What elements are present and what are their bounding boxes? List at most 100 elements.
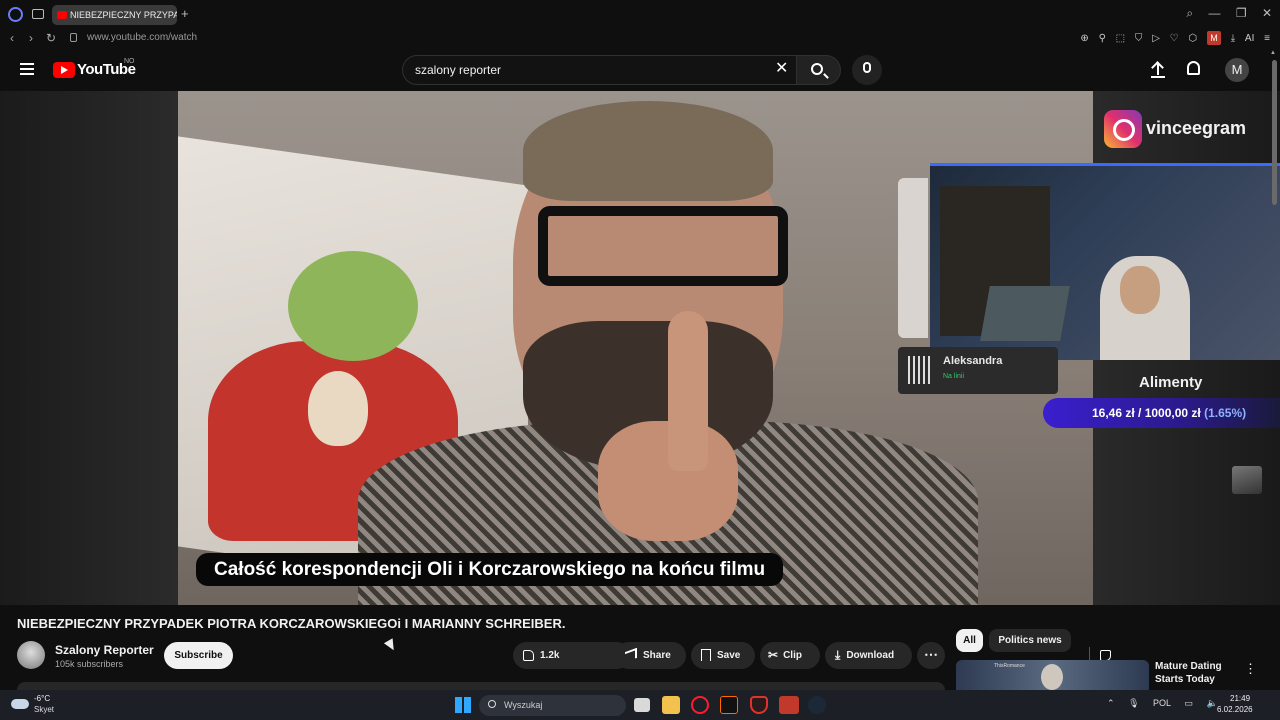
browser-tab-bar: NIEBEZPIECZNY PRZYPAD + ⌕ — ❐ ✕	[0, 0, 1280, 29]
clip-label: Clip	[783, 650, 802, 662]
person-hair	[523, 101, 773, 201]
download-arrow-icon: ⤓	[835, 648, 841, 662]
url-field[interactable]: www.youtube.com/watch	[87, 32, 197, 43]
donation-goal-amount: 16,46 zł / 1000,00 zł	[1092, 406, 1201, 420]
recommendation-thumbnail[interactable]: ThisRomance	[956, 660, 1149, 690]
donation-goal-text: 16,46 zł / 1000,00 zł (1.65%)	[1092, 406, 1246, 420]
ai-label[interactable]: AI	[1245, 33, 1254, 44]
windows-start-icon[interactable]	[455, 697, 471, 713]
webcam-streamer-face	[1120, 266, 1160, 314]
description-box[interactable]	[17, 682, 945, 690]
account-avatar[interactable]: M	[1225, 58, 1249, 82]
play-icon[interactable]: ▷	[1152, 33, 1160, 44]
shield-icon[interactable]: ⛉	[1135, 33, 1143, 44]
tray-mic-icon[interactable]: 🎙	[1128, 698, 1139, 708]
app-taskbar-icon[interactable]	[720, 696, 738, 714]
lock-icon[interactable]	[70, 33, 77, 42]
clock-date[interactable]: 6.02.2026	[1217, 705, 1253, 714]
task-view-icon[interactable]	[634, 698, 650, 712]
region-code: NO	[124, 58, 135, 65]
streamer-webcam	[930, 163, 1280, 360]
forward-button[interactable]: ›	[29, 31, 33, 45]
snapshot-icon[interactable]: ⬚	[1116, 33, 1125, 44]
page-scrollbar[interactable]	[1272, 60, 1277, 205]
minimize-button[interactable]: —	[1208, 6, 1220, 20]
taskbar-search-icon	[488, 700, 496, 708]
upload-icon-base	[1151, 76, 1165, 78]
video-title: NIEBEZPIECZNY PRZYPADEK PIOTRA KORCZAROW…	[17, 616, 566, 631]
back-button[interactable]: ‹	[10, 31, 14, 45]
recommendation-more-icon[interactable]: ⋮	[1244, 661, 1257, 677]
search-button[interactable]	[796, 55, 841, 85]
like-thumb-up-icon[interactable]	[523, 649, 534, 661]
reload-button[interactable]: ↻	[46, 31, 56, 45]
browser-tab-active[interactable]: NIEBEZPIECZNY PRZYPAD	[52, 5, 177, 25]
save-label: Save	[717, 650, 741, 661]
voice-search-button[interactable]	[852, 55, 882, 85]
hamburger-menu-icon[interactable]	[20, 63, 34, 75]
download-button[interactable]: ⤓ Download	[825, 642, 912, 669]
overlay-panel	[898, 178, 928, 338]
clip-button[interactable]: ✂ Clip	[760, 642, 820, 669]
save-button[interactable]: Save	[691, 642, 755, 669]
channel-avatar[interactable]	[17, 641, 45, 669]
channel-name[interactable]: Szalony Reporter	[55, 643, 154, 657]
maximize-button[interactable]: ❐	[1236, 6, 1247, 20]
like-count[interactable]: 1.2k	[540, 650, 559, 661]
system-tray: ⌃ 🎙 POL ▭ 🔈	[1107, 698, 1229, 709]
donation-goal-percent: (1.65%)	[1204, 406, 1247, 420]
download-icon[interactable]: ⤓	[1231, 33, 1235, 44]
tab-switcher-icon[interactable]	[32, 9, 44, 19]
extensions-icon[interactable]: ⬡	[1188, 33, 1197, 44]
weather-temperature[interactable]: -6°C	[34, 694, 50, 703]
menu-icon[interactable]: ≡	[1264, 33, 1270, 44]
opera-taskbar-icon[interactable]	[691, 696, 709, 714]
chip-all[interactable]: All	[956, 629, 983, 652]
youtube-header: YouTube NO ✕ M	[0, 49, 1280, 91]
clear-search-icon[interactable]: ✕	[775, 59, 788, 79]
voicemod-icon[interactable]	[779, 696, 799, 714]
extension-toolbar: ⊕ ⚲ ⬚ ⛉ ▷ ♡ ⬡ M ⤓ AI ≡	[1073, 31, 1270, 45]
youtube-favicon-icon	[57, 11, 67, 19]
video-subtitle: Całość korespondencji Oli i Korczarowski…	[196, 553, 784, 586]
more-actions-button[interactable]: ⋯	[917, 642, 945, 669]
tray-overflow-icon[interactable]: ⌃	[1107, 698, 1115, 708]
shield-app-icon[interactable]	[750, 696, 768, 714]
opera-browser-icon[interactable]	[8, 7, 23, 22]
weather-cloud-icon[interactable]	[11, 699, 29, 709]
recommendation-thumb-face	[1041, 664, 1063, 690]
pin-icon[interactable]: ⚲	[1099, 33, 1106, 44]
window-controls: ⌕ — ❐ ✕	[1174, 6, 1272, 21]
share-icon	[625, 648, 637, 663]
network-icon[interactable]: ▭	[1185, 698, 1194, 708]
subscribe-button[interactable]: Subscribe	[164, 642, 233, 669]
subscriber-count: 105k subscribers	[55, 659, 124, 669]
search-input[interactable]	[415, 63, 755, 77]
clock-time[interactable]: 21:49	[1230, 694, 1250, 703]
close-window-button[interactable]: ✕	[1262, 6, 1272, 20]
notifications-bell-icon[interactable]	[1187, 61, 1200, 75]
poster-yoda-head	[288, 251, 418, 361]
recommendation-title[interactable]: Mature Dating Starts Today	[1155, 660, 1235, 686]
heart-icon[interactable]: ♡	[1170, 33, 1179, 44]
browser-search-icon[interactable]: ⌕	[1186, 6, 1193, 20]
new-tab-button[interactable]: +	[181, 7, 193, 21]
youtube-logo-icon[interactable]	[53, 62, 75, 78]
file-explorer-icon[interactable]	[662, 696, 680, 714]
keyboard-language[interactable]: POL	[1153, 698, 1171, 708]
zoom-icon[interactable]: ⊕	[1080, 33, 1088, 44]
extension-m-badge[interactable]: M	[1206, 31, 1221, 45]
share-button[interactable]: Share	[615, 642, 686, 669]
bookmark-icon	[701, 649, 711, 662]
taskbar-search[interactable]: Wyszukaj	[479, 695, 626, 716]
scroll-up-arrow-icon[interactable]: ▲	[1270, 50, 1276, 56]
chip-politics-news[interactable]: Politics news	[989, 629, 1071, 652]
search-box[interactable]	[402, 55, 797, 85]
address-bar: ‹ › ↻ www.youtube.com/watch ⊕ ⚲ ⬚ ⛉ ▷ ♡ …	[0, 29, 1280, 49]
weather-description[interactable]: Skyet	[34, 705, 54, 714]
steam-icon[interactable]	[808, 696, 826, 714]
search-icon	[811, 63, 823, 75]
audio-bars-icon	[908, 356, 932, 384]
player-letterbox-left	[0, 91, 178, 605]
person-glasses	[538, 206, 788, 286]
